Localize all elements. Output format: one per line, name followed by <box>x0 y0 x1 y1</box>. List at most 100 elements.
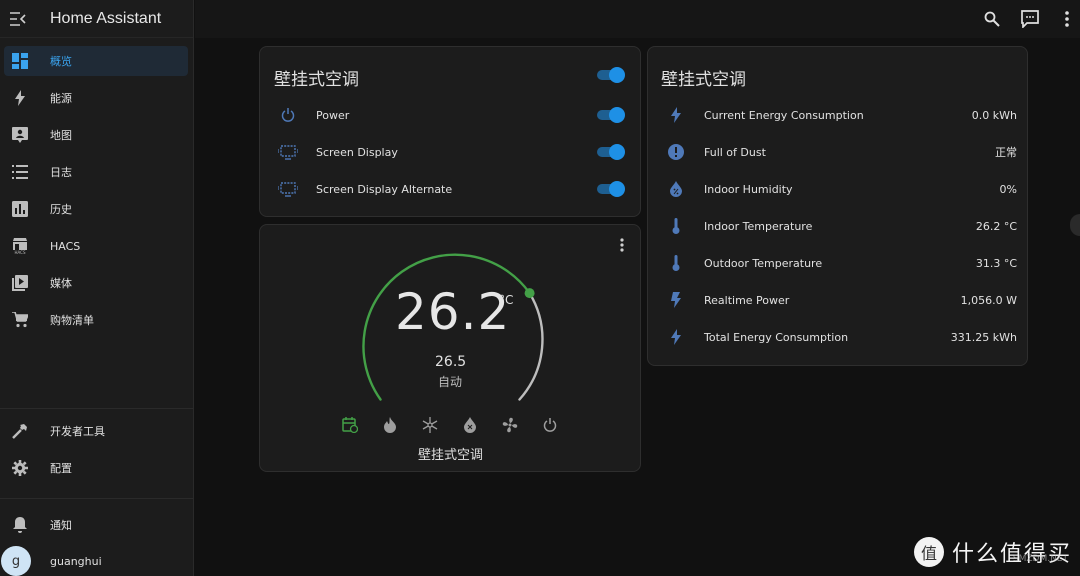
target-handle <box>524 288 535 299</box>
monitor-icon <box>276 140 300 164</box>
switch-label: Screen Display <box>316 145 398 159</box>
sidebar-item-hacs[interactable]: HACS HACS <box>4 231 188 261</box>
assist-chat-icon[interactable] <box>1018 7 1042 31</box>
sensor-row[interactable]: Indoor Temperature 26.2 °C <box>664 211 1029 241</box>
sidebar-item-label: 日志 <box>50 166 72 179</box>
screen-display-toggle[interactable] <box>595 144 625 160</box>
app-title: Home Assistant <box>50 9 162 27</box>
alert-circle-icon <box>664 140 688 164</box>
auto-schedule-icon[interactable] <box>340 415 360 435</box>
lightning-icon <box>8 86 32 110</box>
water-icon[interactable] <box>460 415 480 435</box>
thermostat-card: 26.2 °C 26.5 自动 壁挂式空调 <box>259 224 641 472</box>
hvac-mode-label: 自动 <box>438 375 463 389</box>
sensor-value: 0.0 kWh <box>971 108 1017 122</box>
lightning-icon <box>664 325 688 349</box>
search-icon[interactable] <box>980 7 1004 31</box>
thermostat-name: 壁挂式空调 <box>418 448 484 463</box>
sensor-label: Realtime Power <box>704 293 790 307</box>
sensor-value: 正常 <box>995 146 1017 159</box>
card-title: 壁挂式空调 <box>661 70 746 90</box>
sensor-row[interactable]: Total Energy Consumption 331.25 kWh <box>664 322 1029 352</box>
sidebar-item-label: 购物清单 <box>50 314 94 327</box>
switch-row-power: Power <box>276 100 349 130</box>
sidebar-item-energy[interactable]: 能源 <box>4 83 188 113</box>
top-bar <box>195 0 1080 38</box>
thermometer-icon <box>664 251 688 275</box>
sidebar-item-developer-tools[interactable]: 开发者工具 <box>4 416 188 446</box>
fire-icon[interactable] <box>380 415 400 435</box>
sensor-value: 331.25 kWh <box>950 330 1017 344</box>
sensor-label: Total Energy Consumption <box>704 330 849 344</box>
menu-toggle-icon[interactable] <box>8 9 28 29</box>
sensor-row[interactable]: Full of Dust 正常 <box>664 137 1029 167</box>
screen-display-alternate-toggle[interactable] <box>595 181 625 197</box>
switch-row-screen-display: Screen Display <box>276 137 398 167</box>
more-vertical-icon[interactable] <box>620 237 626 253</box>
sensor-label: Full of Dust <box>704 145 766 159</box>
thermometer-icon <box>664 214 688 238</box>
svg-text:HACS: HACS <box>14 250 25 254</box>
sidebar-item-label: 开发者工具 <box>50 425 105 438</box>
hacs-icon: HACS <box>8 234 32 258</box>
sensor-row[interactable]: Current Energy Consumption 0.0 kWh <box>664 100 1029 130</box>
sidebar-item-logbook[interactable]: 日志 <box>4 157 188 187</box>
fan-icon[interactable] <box>500 415 520 435</box>
monitor-icon <box>276 177 300 201</box>
power-icon[interactable] <box>540 415 560 435</box>
watermark-sub: SMZDM.NET <box>1012 554 1068 564</box>
sidebar-item-overview[interactable]: 概览 <box>4 46 188 76</box>
water-percent-icon <box>664 177 688 201</box>
app-root: Home Assistant 概览 能源 地图 日志 历史 HACS HACS … <box>0 0 1080 576</box>
power-toggle[interactable] <box>595 107 625 123</box>
sidebar-item-label: 配置 <box>50 462 72 475</box>
sidebar-item-user[interactable]: g guanghui <box>0 546 184 576</box>
current-temperature: 26.2 <box>395 283 511 341</box>
sidebar-item-map[interactable]: 地图 <box>4 120 188 150</box>
sidebar-item-settings[interactable]: 配置 <box>4 453 188 483</box>
cart-icon <box>8 308 32 332</box>
dashboard-icon <box>8 49 32 73</box>
sidebar-item-label: 通知 <box>50 519 72 532</box>
card-title: 壁挂式空调 <box>274 70 359 90</box>
media-icon <box>8 271 32 295</box>
sidebar-item-shopping-list[interactable]: 购物清单 <box>4 305 188 335</box>
switch-label: Power <box>316 108 350 122</box>
sensor-row[interactable]: Realtime Power 1,056.0 W <box>664 285 1029 315</box>
sensor-row[interactable]: Indoor Humidity 0% <box>664 174 1029 204</box>
sidebar-item-media[interactable]: 媒体 <box>4 268 188 298</box>
sidebar-item-notifications[interactable]: 通知 <box>4 510 188 540</box>
sensor-value: 26.2 °C <box>975 219 1017 233</box>
sidebar-divider <box>0 498 194 499</box>
sensor-row[interactable]: Outdoor Temperature 31.3 °C <box>664 248 1029 278</box>
list-icon <box>8 160 32 184</box>
snowflake-icon[interactable] <box>420 415 440 435</box>
sidebar-item-label: 媒体 <box>50 277 72 290</box>
chart-icon <box>8 197 32 221</box>
temperature-unit: °C <box>499 293 514 307</box>
sidebar-item-label: 地图 <box>50 129 72 142</box>
more-vertical-icon[interactable] <box>1055 7 1079 31</box>
sidebar-header: Home Assistant <box>0 0 193 38</box>
sidebar-divider <box>0 408 194 409</box>
card-master-toggle[interactable] <box>595 67 625 83</box>
map-account-icon <box>8 123 32 147</box>
sensor-label: Indoor Humidity <box>704 182 793 196</box>
sensor-label: Current Energy Consumption <box>704 108 864 122</box>
edge-handle[interactable] <box>1070 214 1080 236</box>
bell-icon <box>8 513 32 537</box>
gear-icon <box>8 456 32 480</box>
user-name: guanghui <box>50 554 102 568</box>
sidebar-item-label: 能源 <box>50 92 72 105</box>
lightning-icon <box>664 103 688 127</box>
sensor-label: Outdoor Temperature <box>704 256 823 270</box>
sidebar-item-label: 历史 <box>50 203 72 216</box>
sidebar-item-history[interactable]: 历史 <box>4 194 188 224</box>
switch-row-screen-display-alternate: Screen Display Alternate <box>276 174 452 204</box>
flash-icon <box>664 288 688 312</box>
sidebar: Home Assistant 概览 能源 地图 日志 历史 HACS HACS … <box>0 0 194 576</box>
avatar: g <box>1 546 31 576</box>
switch-card: 壁挂式空调 Power Screen Display Screen Displa… <box>259 46 641 217</box>
hammer-icon <box>8 419 32 443</box>
sensor-value: 1,056.0 W <box>960 293 1017 307</box>
